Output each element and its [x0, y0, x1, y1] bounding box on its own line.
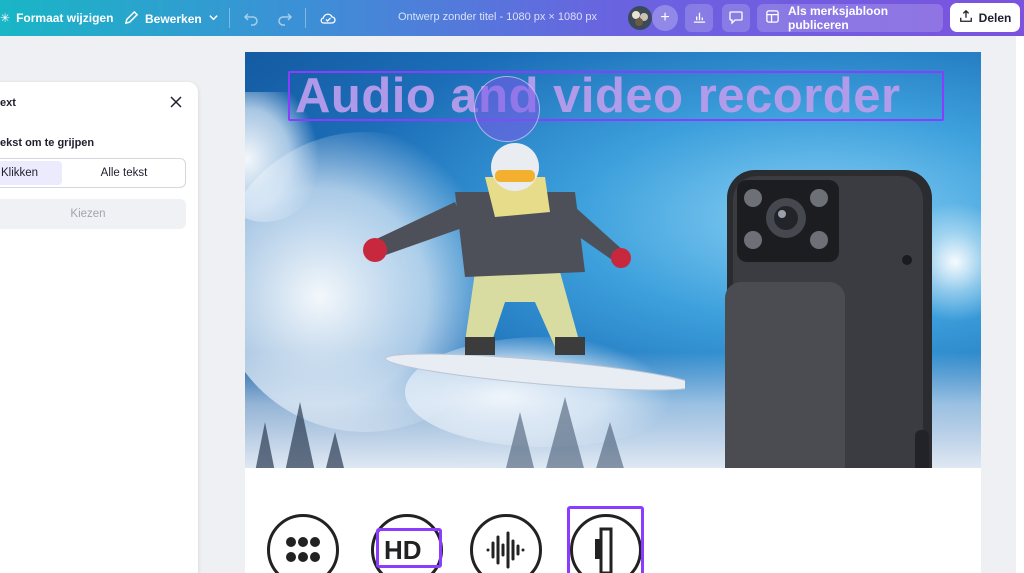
- close-button[interactable]: [168, 94, 184, 110]
- resize-label: Formaat wijzigen: [16, 11, 114, 25]
- scroll-rail[interactable]: [1016, 36, 1024, 573]
- menu-dots-icon: [267, 514, 339, 573]
- option-all-text[interactable]: Alle tekst: [63, 161, 185, 185]
- document-title[interactable]: Ontwerp zonder titel - 1080 px × 1080 px: [398, 11, 597, 23]
- snowboarder-image: [363, 143, 685, 391]
- undo-icon: [243, 10, 259, 29]
- publish-template-button[interactable]: Als merksjabloon publiceren: [757, 4, 943, 32]
- top-bar: ✳ Formaat wijzigen Bewerken Ontwerp zond…: [0, 0, 1024, 36]
- publish-label: Als merksjabloon publiceren: [788, 4, 889, 32]
- pencil-icon: [124, 10, 139, 28]
- upload-icon: [959, 9, 973, 26]
- cloud-save-button[interactable]: [319, 9, 337, 30]
- resize-button[interactable]: ✳ Formaat wijzigen: [0, 11, 113, 25]
- redo-button[interactable]: [277, 10, 293, 29]
- panel-subtitle: ekst om te grijpen: [0, 137, 95, 149]
- toolbar-divider: [305, 8, 306, 28]
- undo-button[interactable]: [243, 10, 259, 29]
- edit-button[interactable]: Bewerken: [124, 10, 219, 28]
- cursor-indicator: [474, 76, 540, 142]
- add-collaborator-button[interactable]: +: [652, 5, 678, 31]
- comment-icon: [728, 9, 744, 28]
- share-button[interactable]: Delen: [950, 3, 1020, 32]
- option-click[interactable]: Klikken: [0, 161, 62, 185]
- comments-button[interactable]: [722, 4, 750, 32]
- hd-selection-box: [376, 528, 442, 568]
- share-label: Delen: [978, 10, 1012, 25]
- chevron-down-icon: [208, 12, 219, 26]
- insights-button[interactable]: [685, 4, 713, 32]
- plus-icon: +: [660, 9, 670, 26]
- close-icon: [170, 96, 182, 108]
- template-icon: [765, 9, 780, 27]
- device-selection-box: [567, 506, 644, 573]
- bar-chart-icon: [692, 9, 707, 27]
- cloud-check-icon: [319, 9, 337, 30]
- sparkle-icon: ✳: [0, 11, 11, 25]
- headline-text[interactable]: Audio and video recorder: [295, 68, 901, 124]
- choose-button[interactable]: Kiezen: [0, 199, 186, 229]
- panel-title: ext: [0, 97, 16, 109]
- grab-mode-toggle: Klikken Alle tekst: [0, 158, 186, 188]
- edit-label: Bewerken: [145, 12, 202, 26]
- redo-icon: [277, 10, 293, 29]
- design-canvas[interactable]: HD Audio and video recorder: [245, 52, 981, 573]
- avatar[interactable]: [627, 5, 653, 31]
- toolbar-divider: [229, 8, 230, 28]
- audio-wave-icon: [470, 514, 542, 573]
- avatar-image: [628, 6, 652, 30]
- grab-text-panel: ext ekst om te grijpen Klikken Alle teks…: [0, 82, 198, 573]
